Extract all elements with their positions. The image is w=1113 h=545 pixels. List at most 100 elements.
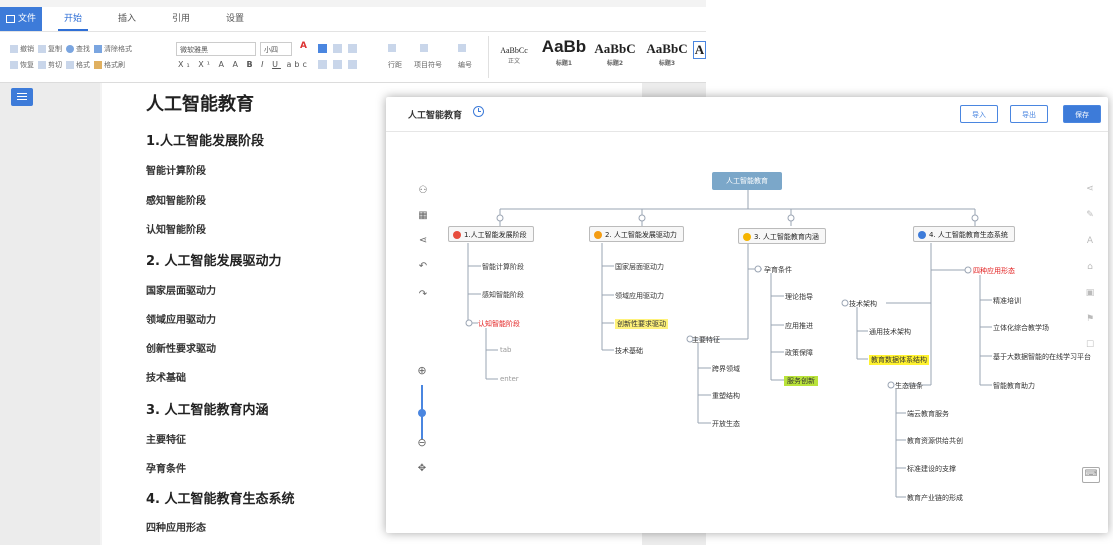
font-color-button[interactable]: A	[300, 41, 307, 51]
mindmap-node[interactable]: 理论指导	[785, 292, 813, 302]
doc-paragraph: 技术基础	[146, 373, 186, 384]
mindmap-branch-node[interactable]: 3. 人工智能教育内涵	[738, 228, 826, 244]
mindmap-node[interactable]: 智能教育助力	[993, 381, 1035, 391]
doc-paragraph: 孕育条件	[146, 464, 186, 475]
mindmap-node[interactable]: 基于大数据智能的在线学习平台	[993, 352, 1091, 362]
bullets-button[interactable]	[420, 44, 430, 52]
line-spacing-icon	[388, 44, 396, 52]
mindmap-node[interactable]: 立体化综合教学场	[993, 323, 1049, 333]
undo-icon	[10, 45, 18, 53]
style-heading2[interactable]: AaBbC 标题2	[592, 41, 638, 67]
tab-references[interactable]: 引用	[166, 7, 196, 31]
mindmap-node[interactable]: 创新性要求驱动	[615, 319, 668, 329]
mindmap-node[interactable]: 生态链条	[895, 381, 923, 391]
numbering-button[interactable]	[458, 44, 468, 52]
left-margin	[0, 83, 100, 545]
mindmap-node[interactable]: enter	[500, 375, 519, 383]
doc-paragraph: 创新性要求驱动	[146, 344, 216, 355]
doc-paragraph: 领域应用驱动力	[146, 315, 216, 326]
doc-heading: 4. 人工智能教育生态系统	[146, 492, 295, 507]
doc-heading: 2. 人工智能发展驱动力	[146, 254, 282, 269]
eraser-icon	[94, 45, 102, 53]
mindmap-node[interactable]: 精准培训	[993, 296, 1021, 306]
doc-paragraph: 感知智能阶段	[146, 196, 206, 207]
search-icon	[66, 45, 74, 53]
document-title: 人工智能教育	[146, 94, 254, 115]
distribute-icon[interactable]	[333, 60, 342, 69]
mindmap-node[interactable]: 政策保障	[785, 348, 813, 358]
line-spacing-button[interactable]	[388, 44, 398, 52]
indent-icon[interactable]	[348, 60, 357, 69]
mindmap-node[interactable]: 国家层面驱动力	[615, 262, 664, 272]
doc-paragraph: 主要特征	[146, 435, 186, 446]
outline-toggle-button[interactable]	[11, 88, 33, 106]
redo-button[interactable]: 恢复	[10, 60, 34, 70]
copy-icon	[38, 45, 46, 53]
mindmap-node[interactable]: 重塑结构	[712, 391, 740, 401]
doc-paragraph: 认知智能阶段	[146, 225, 206, 236]
mindmap-node[interactable]: 智能计算阶段	[482, 262, 524, 272]
text-format-buttons[interactable]: X₁ X¹ A A B I U abc	[178, 60, 310, 69]
scissors-icon	[38, 61, 46, 69]
align-right-icon[interactable]	[348, 44, 357, 53]
mindmap-node[interactable]: 认知智能阶段	[478, 319, 520, 329]
find-button[interactable]: 查找	[66, 44, 90, 54]
mindmap-node[interactable]: 服务创新	[784, 376, 818, 386]
align-center-icon[interactable]	[333, 44, 342, 53]
tab-insert[interactable]: 插入	[112, 7, 142, 31]
clear-format-button[interactable]: 清除格式	[94, 44, 132, 54]
tab-file[interactable]: 文件	[0, 7, 42, 31]
bullets-label: 项目符号	[414, 61, 442, 69]
mindmap-node[interactable]: 教育产业链的形成	[907, 493, 963, 503]
format-brush-button[interactable]: 格式刷	[94, 60, 125, 70]
brush-icon	[94, 61, 102, 69]
style-normal[interactable]: AaBbCc 正文	[496, 46, 532, 65]
tab-settings[interactable]: 设置	[220, 7, 250, 31]
mindmap-node[interactable]: 教育资源供给共创	[907, 436, 963, 446]
mindmap-connectors	[465, 190, 992, 498]
doc-paragraph: 四种应用形态	[146, 523, 206, 534]
style-more[interactable]: A	[693, 41, 706, 59]
font-size-select[interactable]: 小四	[260, 42, 292, 56]
mindmap-node[interactable]: tab	[500, 346, 511, 354]
mindmap-node[interactable]: 孕育条件	[764, 265, 792, 275]
doc-heading: 3. 人工智能教育内涵	[146, 403, 269, 418]
style-heading3[interactable]: AaBbC 标题3	[642, 41, 692, 67]
mindmap-node[interactable]: 通用技术架构	[869, 327, 911, 337]
tab-home[interactable]: 开始	[58, 7, 88, 31]
mindmap-node[interactable]: 教育数据体系结构	[869, 355, 929, 365]
mindmap-node[interactable]: 四种应用形态	[973, 266, 1015, 276]
doc-heading: 1.人工智能发展阶段	[146, 134, 264, 149]
priority-1-icon	[453, 231, 461, 239]
mindmap-node[interactable]: 开放生态	[712, 419, 740, 429]
format-button[interactable]: 格式	[66, 60, 90, 70]
menu-icon	[17, 93, 27, 94]
mindmap-root-node[interactable]: 人工智能教育	[712, 172, 782, 190]
mindmap-branch-node[interactable]: 4. 人工智能教育生态系统	[913, 226, 1015, 242]
cut-button[interactable]: 剪切	[38, 60, 62, 70]
align-left-icon[interactable]	[318, 44, 327, 53]
mindmap-node[interactable]: 技术基础	[615, 346, 643, 356]
mindmap-branch-node[interactable]: 2. 人工智能发展驱动力	[589, 226, 684, 242]
ribbon-tab-bar: 文件 开始 插入 引用 设置	[0, 7, 706, 32]
copy-button[interactable]: 复制	[38, 44, 62, 54]
numbering-label: 编号	[458, 61, 472, 69]
priority-4-icon	[918, 231, 926, 239]
font-family-select[interactable]: 微软雅黑	[176, 42, 256, 56]
mindmap-node[interactable]: 端云教育服务	[907, 409, 949, 419]
mindmap-node[interactable]: 感知智能阶段	[482, 290, 524, 300]
ribbon-toolbar: 撤销 恢复 复制 剪切 查找 格式 清除格式 格式刷 微软雅黑 小四 A X₁ …	[0, 32, 706, 83]
undo-button[interactable]: 撤销	[10, 44, 34, 54]
mindmap-node[interactable]: 领域应用驱动力	[615, 291, 664, 301]
mindmap-node[interactable]: 标准建设的支撑	[907, 464, 956, 474]
mindmap-branch-node[interactable]: 1.人工智能发展阶段	[448, 226, 534, 242]
mindmap-node[interactable]: 应用推进	[785, 321, 813, 331]
mindmap-node[interactable]: 跨界领域	[712, 364, 740, 374]
priority-2-icon	[594, 231, 602, 239]
style-heading1[interactable]: AaBb 标题1	[540, 37, 588, 67]
mindmap-node[interactable]: 技术架构	[849, 299, 877, 309]
format-icon	[66, 61, 74, 69]
numbering-icon	[458, 44, 466, 52]
mindmap-node[interactable]: 主要特征	[692, 335, 720, 345]
justify-icon[interactable]	[318, 60, 327, 69]
